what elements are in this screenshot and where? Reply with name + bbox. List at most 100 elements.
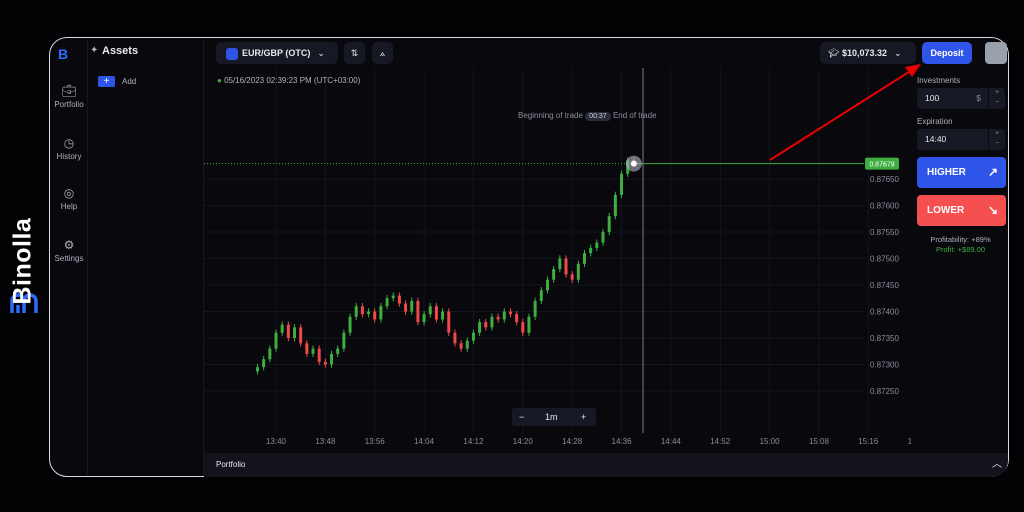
asset-selector[interactable]: EUR/GBP (OTC) ⌄ bbox=[216, 42, 338, 64]
expiration-input[interactable]: 14:40 + − bbox=[917, 129, 1005, 150]
expiration-stepper[interactable]: + − bbox=[988, 129, 1005, 150]
lifebuoy-icon: ◎ bbox=[63, 186, 75, 200]
x-tick-label: 13:40 bbox=[266, 437, 287, 446]
trade-timer: 00:37 bbox=[585, 112, 611, 121]
candle bbox=[527, 316, 531, 333]
app-logo-icon: B bbox=[58, 46, 69, 62]
y-tick-label: 0.87450 bbox=[870, 281, 899, 290]
candle bbox=[552, 269, 556, 280]
sidebar-item-label: Settings bbox=[54, 254, 84, 263]
app-window: B 💼︎ Portfolio ◷ History ◎ Help ⚙ Settings ✦… bbox=[49, 37, 1009, 477]
sidebar-item-label: Portfolio bbox=[54, 100, 84, 109]
expiration-label: Expiration bbox=[917, 117, 953, 126]
chart-type-button[interactable]: ⇅ bbox=[344, 42, 365, 64]
candle bbox=[255, 367, 259, 372]
investment-input[interactable]: 100 $ + − bbox=[917, 88, 1005, 109]
interval-selector[interactable]: 1m bbox=[545, 408, 558, 426]
sidebar-item-label: Help bbox=[60, 202, 78, 211]
candle bbox=[601, 232, 605, 243]
y-tick-label: 0.87300 bbox=[870, 361, 899, 370]
candle bbox=[422, 314, 426, 323]
sidebar-item-portfolio[interactable]: 💼︎ Portfolio bbox=[48, 84, 90, 109]
candle bbox=[558, 258, 562, 270]
y-tick-label: 0.87650 bbox=[870, 175, 899, 184]
candle bbox=[311, 348, 315, 354]
arrow-up-right-icon: ↗ bbox=[987, 165, 998, 179]
chevron-up-icon[interactable]: ︿ bbox=[992, 453, 1002, 477]
x-tick-label: 13:48 bbox=[315, 437, 336, 446]
x-tick-label: 15:08 bbox=[809, 437, 830, 446]
zoom-in-button[interactable]: + bbox=[581, 408, 586, 426]
candle bbox=[373, 311, 377, 320]
asset-pair: EUR/GBP (OTC) bbox=[242, 48, 311, 58]
drawing-tools-button[interactable]: ⟑ bbox=[372, 42, 393, 64]
candle bbox=[564, 258, 568, 275]
candle bbox=[576, 263, 580, 280]
candle bbox=[521, 322, 525, 333]
candle bbox=[404, 303, 408, 312]
candle bbox=[595, 242, 599, 248]
candle bbox=[280, 324, 284, 333]
x-tick-label: 14:36 bbox=[612, 437, 633, 446]
zoom-out-button[interactable]: − bbox=[519, 408, 524, 426]
candle bbox=[397, 295, 401, 304]
candle bbox=[274, 332, 278, 349]
trade-window-labels: Beginning of trade 00:37 End of trade bbox=[518, 111, 657, 121]
current-price-dot bbox=[630, 160, 637, 167]
balance-selector[interactable]: 🎓︎ $10,073.32 ⌄ bbox=[820, 42, 916, 64]
graduation-cap-icon: 🎓︎ bbox=[828, 48, 842, 58]
candle bbox=[268, 348, 272, 360]
candle bbox=[286, 324, 290, 338]
candle bbox=[583, 253, 586, 264]
chevron-down-icon: ⌄ bbox=[317, 48, 325, 58]
candle bbox=[502, 311, 506, 320]
x-tick-label: 14:12 bbox=[463, 437, 484, 446]
currency-symbol: $ bbox=[976, 93, 981, 103]
candle bbox=[471, 332, 475, 341]
candle bbox=[348, 316, 352, 333]
sidebar-item-settings[interactable]: ⚙ Settings bbox=[48, 238, 90, 263]
candle bbox=[607, 216, 611, 232]
investments-label: Investments bbox=[917, 76, 961, 85]
x-tick-label: 14:52 bbox=[710, 437, 731, 446]
sidebar-item-history[interactable]: ◷ History bbox=[48, 136, 90, 161]
candle bbox=[539, 290, 543, 301]
portfolio-bar[interactable]: Portfolio ︿ bbox=[204, 453, 1008, 477]
investment-stepper[interactable]: + − bbox=[988, 88, 1005, 109]
profitability: Profitability: +89% bbox=[930, 235, 991, 244]
candle bbox=[589, 247, 593, 254]
candle bbox=[545, 279, 549, 291]
sidebar-item-help[interactable]: ◎ Help bbox=[48, 186, 90, 211]
price-chart[interactable]: 13:40 13:48 13:56 14:04 14:12 14:20 14:28 14:36… bbox=[204, 38, 911, 454]
candle bbox=[330, 353, 334, 365]
candle bbox=[465, 340, 469, 349]
y-tick-label: 0.87400 bbox=[870, 308, 899, 317]
y-tick-label: 0.87550 bbox=[870, 228, 899, 237]
candle bbox=[293, 327, 297, 338]
candle bbox=[570, 274, 574, 280]
candle bbox=[428, 306, 432, 315]
candle bbox=[490, 316, 494, 328]
candle bbox=[453, 332, 457, 344]
higher-button[interactable]: HIGHER ↗ bbox=[917, 157, 1006, 188]
balance: $10,073.32 bbox=[841, 48, 887, 58]
flag-icon bbox=[226, 47, 238, 60]
beginning-of-trade-label: Beginning of trade bbox=[518, 111, 583, 120]
candle bbox=[441, 311, 445, 320]
brand-name: Binolla bbox=[8, 217, 37, 305]
lower-button[interactable]: LOWER ↘ bbox=[917, 195, 1006, 226]
compass-icon: ⟑ bbox=[379, 48, 386, 58]
add-asset-button[interactable]: + bbox=[98, 76, 115, 87]
sidebar-item-label: History bbox=[56, 152, 82, 161]
x-tick-label: 15:00 bbox=[760, 437, 781, 446]
assets-title: Assets bbox=[102, 45, 139, 57]
gear-icon: ⚙ bbox=[63, 238, 75, 252]
chevron-down-icon: ⌄ bbox=[893, 48, 902, 58]
y-tick-label: 0.87600 bbox=[870, 202, 899, 211]
binolla-logo: Binolla bbox=[6, 195, 42, 325]
candle bbox=[342, 332, 346, 349]
profit: Profit: +$89.00 bbox=[936, 245, 985, 254]
candle bbox=[410, 300, 414, 312]
assets-panel: ✦ Assets + Add bbox=[88, 38, 204, 476]
status-dot-icon: ● bbox=[217, 76, 225, 85]
